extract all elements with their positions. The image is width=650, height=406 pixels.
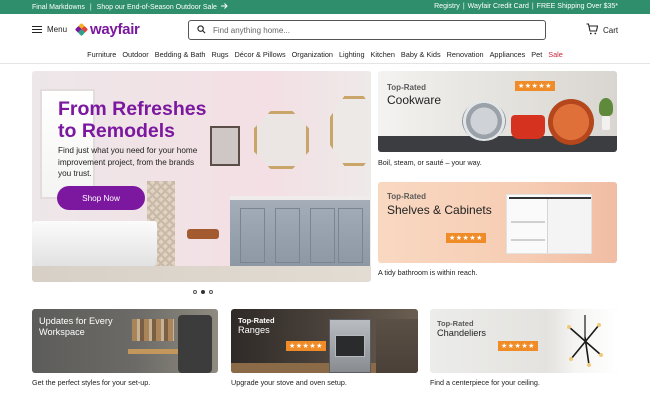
carousel-dots: [193, 290, 213, 294]
cookware-rating: ★★★★★: [515, 81, 555, 91]
ranges-kicker: Top-Rated: [238, 316, 275, 325]
ranges-image-cabinet: [376, 319, 418, 373]
hero-image-floor: [32, 266, 371, 282]
ranges-caption: Upgrade your stove and oven setup.: [231, 378, 347, 387]
promo-right-links: Registry | Wayfair Credit Card | FREE Sh…: [434, 3, 618, 10]
ranges-tile[interactable]: Top-Rated Ranges ★★★★★: [231, 309, 418, 373]
chandeliers-image-chandelier: [567, 315, 603, 367]
shop-now-button[interactable]: Shop Now: [57, 186, 145, 210]
cart-button[interactable]: Cart: [586, 23, 618, 37]
cookware-image-plant: [599, 96, 613, 136]
workspace-tile[interactable]: Updates for Every Workspace: [32, 309, 218, 373]
site-header: Menu wayfair Cart: [0, 14, 650, 46]
promo-bar: Final Markdowns | Shop our End-of-Season…: [0, 0, 650, 14]
hero-image-stool: [187, 229, 219, 239]
nav-sale[interactable]: Sale: [548, 50, 563, 59]
hero-banner[interactable]: From Refreshes to Remodels Find just wha…: [32, 71, 371, 282]
ranges-rating: ★★★★★: [286, 341, 326, 351]
cookware-image-pot: [511, 115, 545, 139]
shelves-caption: A tidy bathroom is within reach.: [378, 268, 478, 277]
nav-decor-pillows[interactable]: Décor & Pillows: [235, 50, 286, 59]
cookware-tile[interactable]: Top-Rated Cookware ★★★★★: [378, 71, 617, 152]
cookware-image-pan: [462, 101, 506, 141]
workspace-caption: Get the perfect styles for your set-up.: [32, 378, 151, 387]
hero-title-line1: From Refreshes: [58, 98, 207, 120]
chandeliers-kicker: Top-Rated: [437, 319, 474, 328]
cookware-kicker: Top-Rated: [387, 83, 426, 92]
shelves-image-cabinet: [506, 194, 592, 254]
shelves-cabinets-tile[interactable]: Top-Rated Shelves & Cabinets ★★★★★: [378, 182, 617, 263]
logo-text: wayfair: [90, 21, 140, 38]
nav-furniture[interactable]: Furniture: [87, 50, 116, 59]
nav-rugs[interactable]: Rugs: [211, 50, 228, 59]
cookware-image-pan: [548, 99, 594, 145]
carousel-dot-active[interactable]: [201, 290, 205, 294]
hero-title-line2: to Remodels: [58, 120, 176, 142]
chandeliers-title: Chandeliers: [437, 328, 487, 338]
ranges-image-stove: [329, 319, 371, 373]
search-box[interactable]: [188, 20, 546, 40]
nav-pet[interactable]: Pet: [531, 50, 542, 59]
ranges-title: Ranges: [238, 325, 270, 335]
search-input[interactable]: [213, 25, 533, 35]
free-shipping-link[interactable]: FREE Shipping Over $35*: [537, 3, 618, 10]
category-nav: Furniture Outdoor Bedding & Bath Rugs Dé…: [0, 46, 650, 64]
nav-lighting[interactable]: Lighting: [339, 50, 365, 59]
carousel-dot[interactable]: [193, 290, 197, 294]
promo-separator: |: [462, 3, 465, 10]
nav-outdoor[interactable]: Outdoor: [122, 50, 148, 59]
chandeliers-caption: Find a centerpiece for your ceiling.: [430, 378, 540, 387]
nav-bedding-bath[interactable]: Bedding & Bath: [155, 50, 206, 59]
cart-label: Cart: [603, 25, 619, 35]
carousel-dot[interactable]: [209, 290, 213, 294]
promo-separator: |: [89, 4, 92, 11]
nav-appliances[interactable]: Appliances: [490, 50, 526, 59]
logo-pinwheel-icon: [74, 22, 89, 37]
nav-baby-kids[interactable]: Baby & Kids: [401, 50, 441, 59]
hero-title: From Refreshes to Remodels: [58, 98, 258, 142]
hero-body: Find just what you need for your home im…: [58, 146, 198, 178]
nav-renovation[interactable]: Renovation: [447, 50, 484, 59]
promo-final-markdowns[interactable]: Final Markdowns: [32, 4, 85, 11]
shelves-kicker: Top-Rated: [387, 192, 426, 201]
workspace-image-chair: [178, 315, 212, 373]
promo-outdoor-sale-link[interactable]: Shop our End-of-Season Outdoor Sale: [97, 4, 217, 11]
chandeliers-rating: ★★★★★: [498, 341, 538, 351]
chandeliers-tile[interactable]: Top-Rated Chandeliers ★★★★★: [430, 309, 617, 373]
hero-image-mirror: [330, 96, 371, 166]
shelves-title: Shelves & Cabinets: [387, 203, 492, 217]
shelves-rating: ★★★★★: [446, 233, 486, 243]
nav-kitchen[interactable]: Kitchen: [371, 50, 395, 59]
hamburger-icon: [32, 25, 42, 34]
workspace-title: Updates for Every Workspace: [39, 316, 113, 337]
hero-image-vanity: [230, 196, 370, 271]
menu-button[interactable]: Menu: [32, 25, 67, 34]
registry-link[interactable]: Registry: [434, 3, 460, 10]
cookware-title: Cookware: [387, 93, 442, 107]
arrow-right-icon: [220, 3, 228, 11]
nav-organization[interactable]: Organization: [292, 50, 333, 59]
wayfair-logo[interactable]: wayfair: [74, 21, 140, 38]
promo-separator: |: [531, 3, 534, 10]
promo-left[interactable]: Final Markdowns | Shop our End-of-Season…: [32, 3, 228, 11]
search-icon: [197, 21, 206, 39]
menu-label: Menu: [47, 25, 68, 34]
hero-image-mirror: [254, 111, 309, 169]
cookware-caption: Boil, steam, or sauté – your way.: [378, 158, 482, 167]
credit-card-link[interactable]: Wayfair Credit Card: [468, 3, 529, 10]
cart-icon: [586, 23, 599, 37]
workspace-image-shelf: [132, 319, 174, 341]
